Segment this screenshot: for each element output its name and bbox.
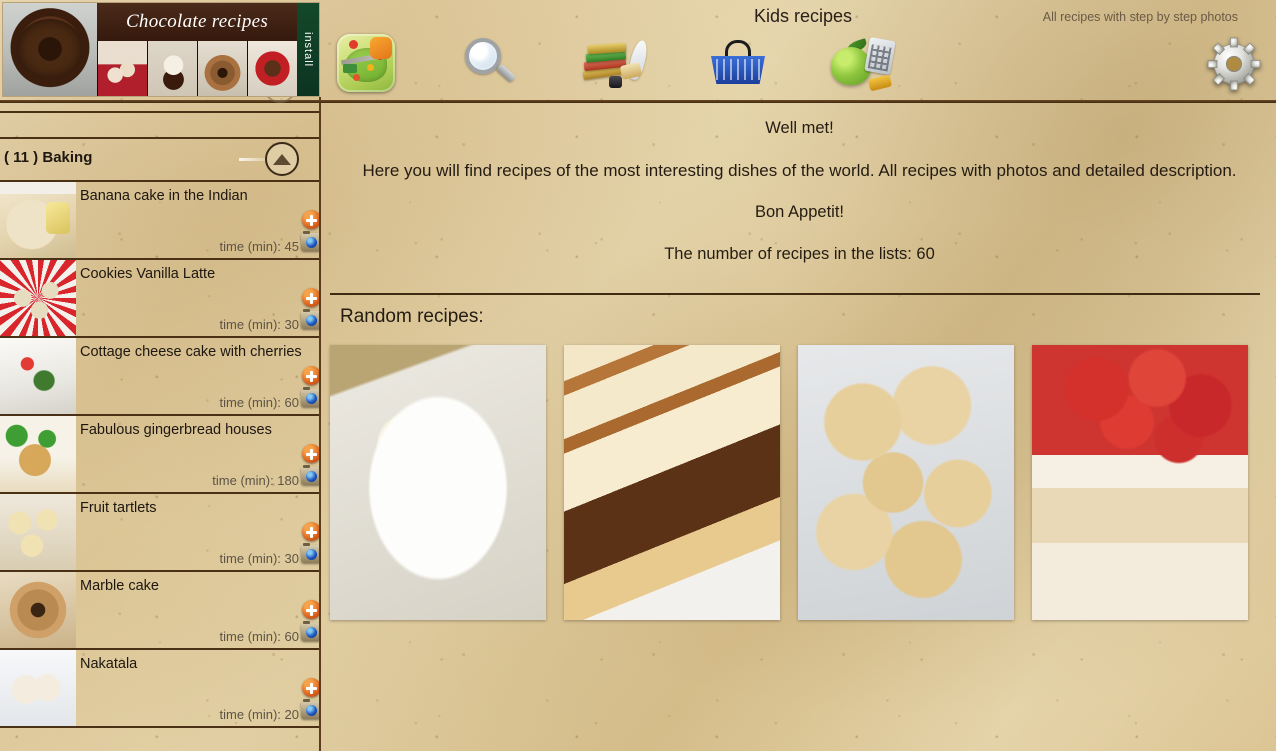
recipe-count-text: The number of recipes in the lists: 60 — [664, 244, 935, 263]
ad-install-label: install — [302, 31, 314, 68]
sidebar-divider — [0, 111, 319, 113]
recipe-title: Fruit tartlets — [80, 500, 157, 516]
recipe-badges — [301, 288, 319, 332]
camera-photo-icon[interactable] — [301, 699, 319, 719]
recipe-title: Cottage cheese cake with cherries — [80, 344, 302, 360]
recipe-time: time (min): 60 — [219, 395, 299, 410]
camera-photo-icon[interactable] — [301, 621, 319, 641]
recipe-thumbnail — [0, 416, 76, 492]
random-recipe-image[interactable] — [798, 345, 1014, 620]
recipe-list-item[interactable]: Cookies Vanilla Latte time (min): 30 — [0, 260, 319, 338]
add-to-list-icon[interactable] — [302, 210, 319, 229]
greeting-text: Well met! — [765, 119, 834, 137]
ad-banner[interactable]: Chocolate recipes install — [2, 2, 320, 97]
recipe-time: time (min): 30 — [219, 551, 299, 566]
ad-thumb — [97, 41, 147, 96]
toolbar-button-shopping-basket[interactable] — [707, 32, 769, 94]
recipe-title: Cookies Vanilla Latte — [80, 266, 216, 282]
category-header-baking[interactable]: ( 11 ) Baking — [0, 139, 319, 179]
ad-title: Chocolate recipes — [97, 3, 297, 41]
camera-photo-icon[interactable] — [301, 231, 319, 251]
recipe-thumbnail — [0, 260, 76, 336]
recipe-badges — [301, 678, 319, 722]
recipe-badges — [301, 210, 319, 254]
recipe-thumbnail — [0, 494, 76, 570]
random-recipes-heading: Random recipes: — [340, 306, 484, 327]
recipe-badges — [301, 522, 319, 566]
toolbar-button-recipe-books[interactable] — [582, 32, 650, 94]
add-to-list-icon[interactable] — [302, 366, 319, 385]
random-recipe-image[interactable] — [1032, 345, 1248, 620]
recipe-thumbnail — [0, 650, 76, 726]
collapse-toggle-baking[interactable] — [265, 142, 299, 176]
recipe-badges — [301, 600, 319, 644]
recipe-time: time (min): 180 — [212, 473, 299, 488]
toolbar-button-search[interactable] — [459, 32, 521, 94]
ad-thumbnail-strip — [97, 41, 297, 96]
add-to-list-icon[interactable] — [302, 678, 319, 697]
recipe-list[interactable]: Banana cake in the Indian time (min): 45 C… — [0, 182, 319, 748]
camera-photo-icon[interactable] — [301, 309, 319, 329]
recipe-list-item[interactable]: Marble cake time (min): 60 — [0, 572, 319, 650]
ad-content: Chocolate recipes — [97, 3, 297, 96]
recipe-list-item[interactable]: Banana cake in the Indian time (min): 45 — [0, 182, 319, 260]
search-icon — [463, 36, 517, 90]
recipe-time: time (min): 45 — [219, 239, 299, 254]
recipe-time: time (min): 20 — [219, 707, 299, 722]
camera-photo-icon[interactable] — [301, 543, 319, 563]
category-name: Baking — [42, 149, 93, 166]
collapse-toggle-previous-category[interactable] — [263, 97, 297, 103]
ad-install-button[interactable]: install — [297, 3, 319, 96]
toolbar-button-calories-calculator[interactable] — [831, 32, 896, 94]
add-to-list-icon[interactable] — [302, 444, 319, 463]
category-handle — [239, 158, 265, 161]
camera-photo-icon[interactable] — [301, 387, 319, 407]
gear-icon — [1207, 37, 1261, 91]
recipe-thumbnail — [0, 338, 76, 414]
add-to-list-icon[interactable] — [302, 600, 319, 619]
category-label: ( 11 ) Baking — [4, 149, 92, 166]
add-to-list-icon[interactable] — [302, 522, 319, 541]
sidebar: ( 11 ) Baking Banana cake in the Indian t… — [0, 97, 321, 751]
apple-calculator-icon — [831, 37, 896, 92]
tagline: All recipes with step by step photos — [1042, 10, 1238, 24]
recipe-time: time (min): 60 — [219, 629, 299, 644]
main-divider — [330, 293, 1260, 295]
ad-thumb — [197, 41, 247, 96]
toolbar-button-home[interactable] — [335, 32, 397, 94]
intro-text: Here you will find recipes of the most i… — [362, 160, 1237, 180]
recipe-title: Nakatala — [80, 656, 138, 672]
ad-main-image — [3, 3, 97, 96]
main-content: Well met! Here you will find recipes of … — [323, 103, 1276, 751]
category-count: ( 11 ) — [4, 149, 39, 166]
recipe-list-item[interactable]: Fabulous gingerbread houses time (min): 1… — [0, 416, 319, 494]
random-recipe-image[interactable] — [564, 345, 780, 620]
recipe-thumbnail — [0, 572, 76, 648]
recipe-title: Banana cake in the Indian — [80, 188, 248, 204]
toolbar — [335, 32, 896, 94]
recipe-list-item[interactable]: Cottage cheese cake with cherries time (m… — [0, 338, 319, 416]
random-recipes-row — [330, 345, 1260, 620]
add-to-list-icon[interactable] — [302, 288, 319, 307]
ad-thumb — [147, 41, 197, 96]
settings-button[interactable] — [1206, 36, 1262, 92]
recipe-books-icon — [582, 38, 650, 88]
recipe-list-item[interactable]: Fruit tartlets time (min): 30 — [0, 494, 319, 572]
shopping-basket-icon — [709, 38, 767, 88]
random-recipe-image[interactable] — [330, 345, 546, 620]
recipe-badges — [301, 366, 319, 410]
recipe-time: time (min): 30 — [219, 317, 299, 332]
recipe-thumbnail — [0, 182, 76, 258]
recipe-title: Fabulous gingerbread houses — [80, 422, 272, 438]
welcome-block: Well met! Here you will find recipes of … — [333, 118, 1266, 286]
bon-appetit-text: Bon Appetit! — [755, 203, 844, 222]
ad-thumb — [247, 41, 297, 96]
camera-photo-icon[interactable] — [301, 465, 319, 485]
recipe-badges — [301, 444, 319, 488]
home-icon — [337, 34, 395, 92]
recipe-list-item[interactable]: Nakatala time (min): 20 — [0, 650, 319, 728]
recipe-title: Marble cake — [80, 578, 159, 594]
